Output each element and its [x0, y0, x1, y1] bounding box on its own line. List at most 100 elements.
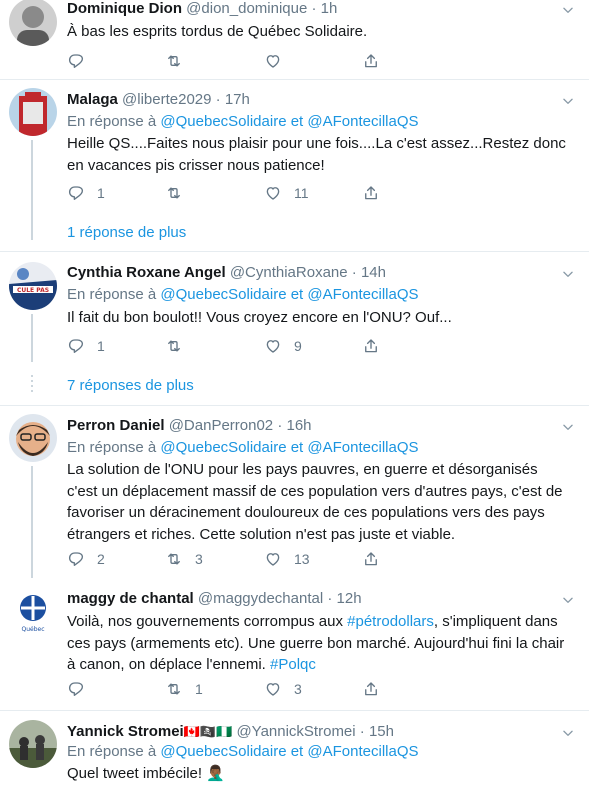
- display-name[interactable]: Yannick Stromei: [67, 723, 184, 740]
- share-button[interactable]: [362, 549, 380, 569]
- svg-text:CULE PAS: CULE PAS: [17, 287, 49, 294]
- like-count: 13: [294, 551, 310, 567]
- share-icon: [362, 184, 380, 202]
- retweet-button[interactable]: 1: [165, 679, 203, 699]
- user-handle[interactable]: @DanPerron02: [169, 417, 273, 434]
- tweet-actions: 1 9: [67, 336, 397, 356]
- like-icon: [264, 680, 282, 698]
- show-more-replies-link[interactable]: 1 réponse de plus: [67, 223, 186, 243]
- display-name[interactable]: maggy de chantal: [67, 590, 194, 607]
- chevron-down-icon[interactable]: [561, 593, 575, 607]
- tweet[interactable]: Québec maggy de chantal @maggydechantal …: [0, 578, 589, 711]
- tweet-header: Perron Daniel @DanPerron02 · 16h: [67, 416, 312, 436]
- tweet[interactable]: Perron Daniel @DanPerron02 · 16h En répo…: [0, 406, 589, 578]
- mention-link[interactable]: @QuebecSolidaire: [160, 743, 286, 760]
- reply-button[interactable]: 2: [67, 549, 105, 569]
- tweet-text: À bas les esprits tordus de Québec Solid…: [67, 23, 368, 40]
- chevron-down-icon[interactable]: [561, 420, 575, 434]
- reply-button[interactable]: [67, 51, 85, 71]
- avatar[interactable]: Québec: [9, 588, 57, 636]
- user-handle[interactable]: @liberte2029: [122, 91, 211, 108]
- mention-link[interactable]: @AFontecillaQS: [307, 286, 418, 303]
- mention-link[interactable]: @QuebecSolidaire: [160, 113, 286, 130]
- thread-line: [31, 314, 33, 362]
- like-button[interactable]: 11: [264, 183, 309, 203]
- tweet[interactable]: Yannick Stromei🇨🇦🏴‍☠️🇳🇬 @YannickStromei …: [0, 711, 589, 788]
- chevron-down-icon[interactable]: [561, 267, 575, 281]
- reply-conjunction: et: [290, 286, 304, 303]
- display-name[interactable]: Malaga: [67, 91, 118, 108]
- like-button[interactable]: [264, 51, 282, 71]
- like-icon: [264, 184, 282, 202]
- tweet[interactable]: Malaga @liberte2029 · 17h En réponse à @…: [0, 80, 589, 252]
- reply-count: 1: [97, 338, 105, 354]
- timestamp[interactable]: 17h: [225, 91, 250, 108]
- share-button[interactable]: [362, 183, 380, 203]
- retweet-count: 1: [195, 681, 203, 697]
- retweet-icon: [165, 52, 183, 70]
- tweet-header: Dominique Dion @dion_dominique · 1h: [67, 0, 337, 19]
- avatar[interactable]: CULE PAS: [9, 262, 57, 310]
- mention-link[interactable]: @AFontecillaQS: [307, 113, 418, 130]
- reply-prefix: En réponse à: [67, 113, 157, 130]
- hashtag-link[interactable]: #pétrodollars: [347, 613, 434, 630]
- avatar[interactable]: [9, 0, 57, 46]
- share-button[interactable]: [362, 336, 380, 356]
- name-emoji-flags: 🇨🇦🏴‍☠️🇳🇬: [183, 724, 233, 739]
- like-button[interactable]: 9: [264, 336, 302, 356]
- share-icon: [362, 52, 380, 70]
- timestamp[interactable]: 12h: [337, 590, 362, 607]
- reply-icon: [67, 337, 85, 355]
- chevron-down-icon[interactable]: [561, 726, 575, 740]
- avatar[interactable]: [9, 414, 57, 462]
- like-button[interactable]: 3: [264, 679, 302, 699]
- display-name[interactable]: Dominique Dion: [67, 0, 182, 17]
- user-handle[interactable]: @dion_dominique: [186, 0, 307, 17]
- user-handle[interactable]: @maggydechantal: [198, 590, 323, 607]
- chevron-down-icon[interactable]: [561, 94, 575, 108]
- tweet[interactable]: Dominique Dion @dion_dominique · 1h À ba…: [0, 0, 589, 80]
- chevron-down-icon[interactable]: [561, 3, 575, 17]
- show-more-replies-link[interactable]: 7 réponses de plus: [67, 376, 194, 396]
- reply-icon: [67, 550, 85, 568]
- display-name[interactable]: Cynthia Roxane Angel: [67, 264, 226, 281]
- reply-prefix: En réponse à: [67, 439, 157, 456]
- separator-dot: ·: [311, 0, 317, 17]
- separator-dot: ·: [359, 723, 365, 740]
- avatar[interactable]: [9, 88, 57, 136]
- timestamp[interactable]: 1h: [321, 0, 338, 17]
- share-button[interactable]: [362, 679, 380, 699]
- timestamp[interactable]: 15h: [369, 723, 394, 740]
- separator-dot: ·: [277, 417, 283, 434]
- user-handle[interactable]: @CynthiaRoxane: [230, 264, 348, 281]
- mention-link[interactable]: @QuebecSolidaire: [160, 286, 286, 303]
- separator-dot: ·: [215, 91, 221, 108]
- tweet[interactable]: CULE PAS Cynthia Roxane Angel @CynthiaRo…: [0, 252, 589, 406]
- tweet-text: Il fait du bon boulot!! Vous croyez enco…: [67, 309, 452, 326]
- like-button[interactable]: 13: [264, 549, 310, 569]
- avatar[interactable]: [9, 720, 57, 768]
- like-icon: [264, 337, 282, 355]
- hashtag-link[interactable]: #Polqc: [270, 656, 316, 673]
- display-name[interactable]: Perron Daniel: [67, 417, 165, 434]
- mention-link[interactable]: @AFontecillaQS: [307, 439, 418, 456]
- share-button[interactable]: [362, 51, 380, 71]
- timestamp[interactable]: 16h: [287, 417, 312, 434]
- tweet-text: Quel tweet imbécile! 🤦🏾‍♂️: [67, 763, 572, 785]
- mention-link[interactable]: @AFontecillaQS: [307, 743, 418, 760]
- reply-button[interactable]: 1: [67, 336, 105, 356]
- tweet-text-part: Quel tweet imbécile!: [67, 765, 203, 782]
- mention-link[interactable]: @QuebecSolidaire: [160, 439, 286, 456]
- svg-text:Québec: Québec: [21, 626, 44, 633]
- like-count: 11: [294, 185, 309, 201]
- reply-button[interactable]: [67, 679, 85, 699]
- timestamp[interactable]: 14h: [361, 264, 386, 281]
- reply-button[interactable]: 1: [67, 183, 105, 203]
- reply-icon: [67, 680, 85, 698]
- retweet-button[interactable]: [165, 336, 183, 356]
- tweet-actions: 1 3: [67, 679, 397, 699]
- retweet-button[interactable]: [165, 51, 183, 71]
- retweet-button[interactable]: [165, 183, 183, 203]
- retweet-button[interactable]: 3: [165, 549, 203, 569]
- user-handle[interactable]: @YannickStromei: [236, 723, 355, 740]
